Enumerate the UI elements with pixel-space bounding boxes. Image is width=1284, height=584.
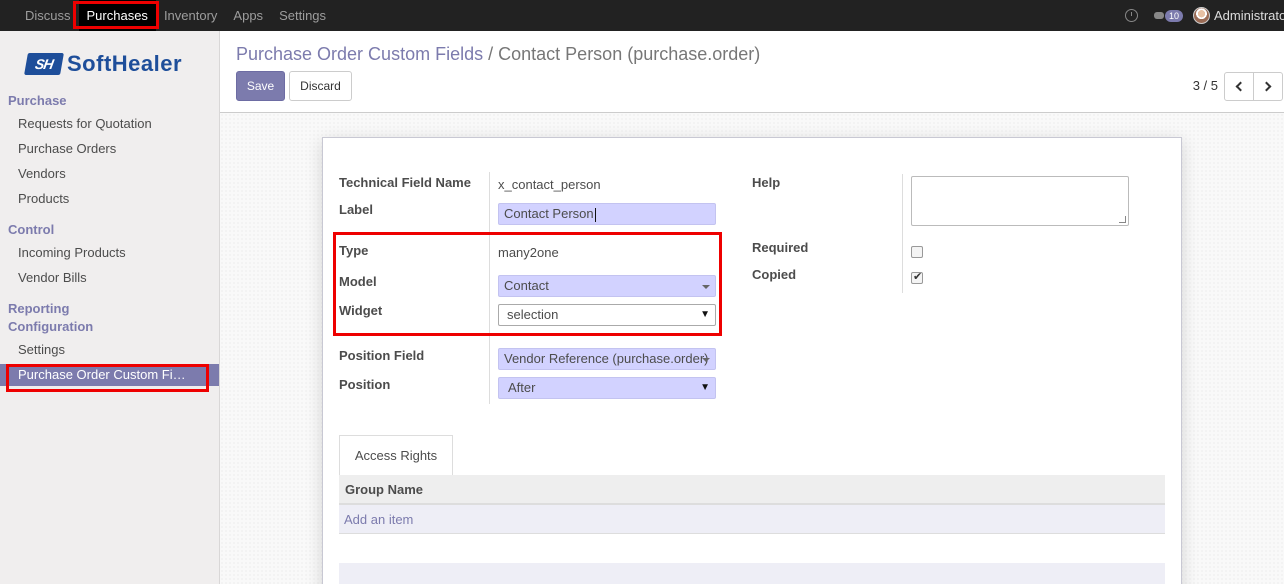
position-select[interactable]: After ▼ xyxy=(498,377,716,399)
avatar[interactable] xyxy=(1193,7,1210,24)
dropdown-arrow-icon: ▼ xyxy=(700,309,710,320)
help-label: Help xyxy=(752,175,781,190)
user-menu[interactable]: Administrator xyxy=(1214,8,1284,23)
sidebar-item-purchase-orders[interactable]: Purchase Orders xyxy=(0,138,219,160)
breadcrumb-current: Contact Person (purchase.order) xyxy=(498,44,761,64)
form-sheet: Technical Field Name x_contact_person La… xyxy=(322,137,1182,584)
table-row: Add an item xyxy=(339,505,1165,534)
technical-field-name-label: Technical Field Name xyxy=(339,175,471,190)
sidebar-item-settings[interactable]: Settings xyxy=(0,339,219,361)
top-navbar: Discuss Purchases Inventory Apps Setting… xyxy=(0,0,1284,31)
position-field-select[interactable]: Vendor Reference (purchase.order) xyxy=(498,348,716,370)
position-label: Position xyxy=(339,377,391,392)
sidebar-section-purchase: Purchase xyxy=(8,93,67,108)
type-value: many2one xyxy=(498,245,559,260)
required-checkbox[interactable] xyxy=(911,246,923,258)
widget-select[interactable]: selection ▼ xyxy=(498,304,716,326)
access-rights-table-header: Group Name xyxy=(339,475,1165,505)
left-group-divider xyxy=(489,172,490,404)
pager-previous-button[interactable] xyxy=(1224,72,1254,101)
chevron-left-icon xyxy=(1235,81,1246,92)
breadcrumb: Purchase Order Custom Fields / Contact P… xyxy=(236,44,760,65)
column-group-name[interactable]: Group Name xyxy=(345,482,423,497)
label-input-value: Contact Person xyxy=(504,206,594,221)
sidebar-item-vendor-bills[interactable]: Vendor Bills xyxy=(0,267,219,289)
dropdown-arrow-icon: ▼ xyxy=(700,382,710,393)
app-menu: Discuss Purchases Inventory Apps Setting… xyxy=(0,0,334,31)
chat-bubble-icon xyxy=(1153,12,1164,19)
nav-apps[interactable]: Apps xyxy=(225,0,271,31)
company-logo: SH SoftHealer xyxy=(24,51,183,77)
add-item-link[interactable]: Add an item xyxy=(344,512,413,527)
control-panel: Purchase Order Custom Fields / Contact P… xyxy=(220,31,1284,113)
right-group-divider xyxy=(902,174,903,293)
sidebar-item-incoming-products[interactable]: Incoming Products xyxy=(0,242,219,264)
sidebar-section-configuration: Configuration xyxy=(8,319,94,334)
logo-mark: SH xyxy=(24,53,64,75)
sidebar-item-vendors[interactable]: Vendors xyxy=(0,163,219,185)
technical-field-name-value: x_contact_person xyxy=(498,177,601,192)
position-field-value: Vendor Reference (purchase.order) xyxy=(504,351,709,366)
text-cursor xyxy=(594,207,596,222)
sidebar-section-control: Control xyxy=(8,222,55,237)
nav-settings[interactable]: Settings xyxy=(271,0,334,31)
tab-access-rights[interactable]: Access Rights xyxy=(339,435,453,476)
chevron-right-icon xyxy=(1261,81,1272,92)
discard-button[interactable]: Discard xyxy=(289,71,352,101)
nav-inventory[interactable]: Inventory xyxy=(156,0,225,31)
systray: 10 Administrator xyxy=(1124,0,1284,31)
breadcrumb-parent[interactable]: Purchase Order Custom Fields xyxy=(236,44,483,64)
pager-next-button[interactable] xyxy=(1253,72,1283,101)
widget-select-value: selection xyxy=(507,307,559,322)
copied-label: Copied xyxy=(752,267,797,282)
chat-icon[interactable]: 10 xyxy=(1153,9,1183,22)
model-label: Model xyxy=(339,274,377,289)
model-select-value: Contact xyxy=(504,278,549,293)
sidebar-item-label: Purchase Order Custom Fields xyxy=(18,367,188,382)
chat-count-badge: 10 xyxy=(1164,9,1183,22)
save-button[interactable]: Save xyxy=(236,71,285,101)
position-field-label: Position Field xyxy=(339,348,425,363)
sidebar: SH SoftHealer Purchase Requests for Quot… xyxy=(0,31,220,584)
label-input[interactable]: Contact Person xyxy=(498,203,716,225)
sidebar-item-rfq[interactable]: Requests for Quotation xyxy=(0,113,219,135)
help-textarea[interactable] xyxy=(911,176,1129,226)
table-footer xyxy=(339,563,1165,584)
sidebar-item-custom-fields[interactable]: Purchase Order Custom Fields xyxy=(0,364,219,386)
breadcrumb-separator: / xyxy=(488,44,494,64)
sidebar-item-products[interactable]: Products xyxy=(0,188,219,210)
nav-discuss[interactable]: Discuss xyxy=(17,0,79,31)
model-select[interactable]: Contact xyxy=(498,275,716,297)
copied-checkbox[interactable] xyxy=(911,270,923,284)
clock-icon[interactable] xyxy=(1124,9,1138,22)
position-select-value: After xyxy=(508,380,536,395)
pager-value[interactable]: 3 / 5 xyxy=(1193,78,1218,93)
caret-down-icon xyxy=(702,285,710,289)
widget-label: Widget xyxy=(339,303,383,318)
form-view: Technical Field Name x_contact_person La… xyxy=(220,113,1284,584)
sidebar-section-reporting[interactable]: Reporting xyxy=(8,301,69,316)
type-label: Type xyxy=(339,243,369,258)
required-label: Required xyxy=(752,240,809,255)
label-label: Label xyxy=(339,202,373,217)
caret-down-icon xyxy=(702,358,710,362)
logo-text: SoftHealer xyxy=(67,51,183,76)
nav-purchases[interactable]: Purchases xyxy=(78,0,156,31)
